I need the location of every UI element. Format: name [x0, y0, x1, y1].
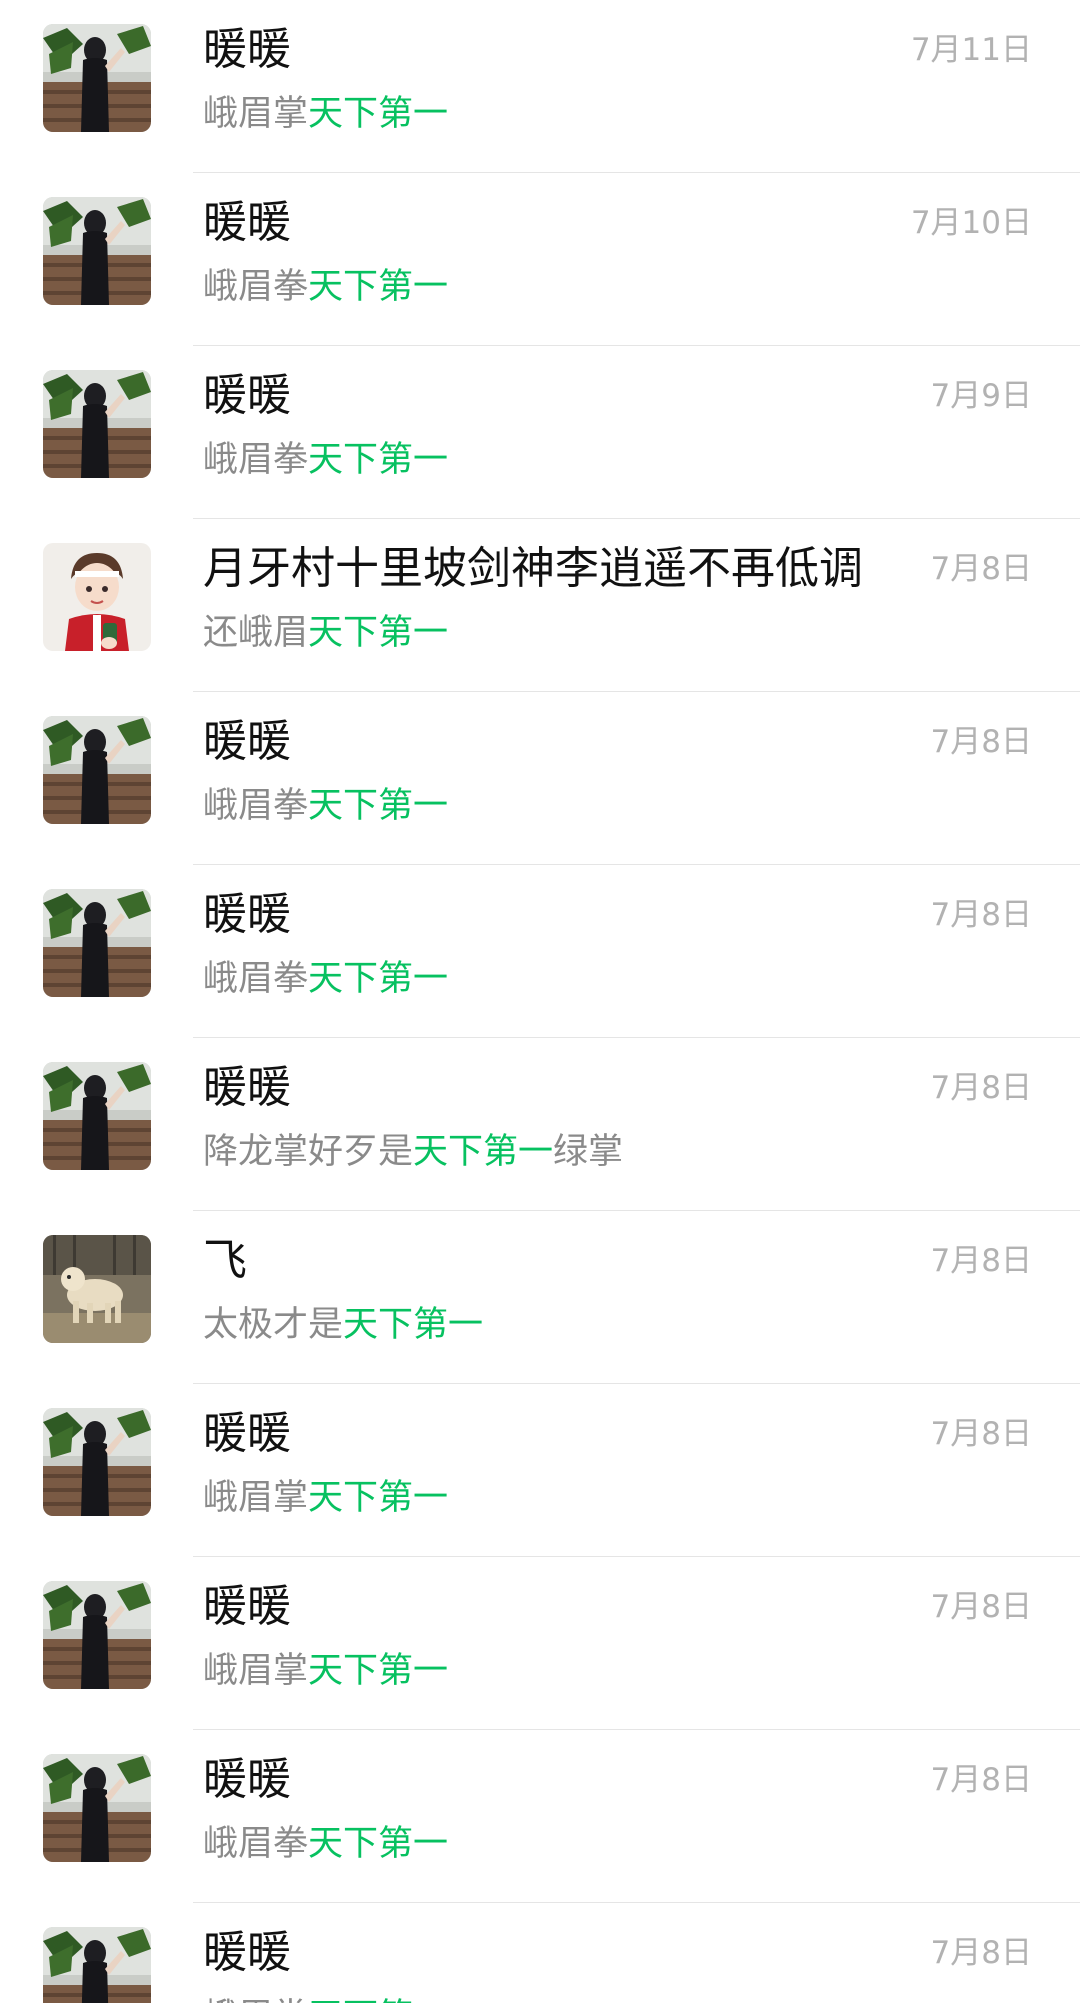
search-keyword-highlight: 天下第一 [308, 613, 449, 653]
chat-row[interactable]: 暖暖 7月8日峨眉拳天下第一 [0, 865, 1080, 1038]
photo-girl-avatar [43, 197, 151, 305]
preview-text-before: 峨眉拳 [203, 786, 309, 826]
chat-row[interactable]: 暖暖 7月10日峨眉拳天下第一 [0, 173, 1080, 346]
chat-date: 7月8日 [930, 1416, 1032, 1452]
chat-row[interactable]: 暖暖 7月8日峨眉掌天下第一 [0, 1557, 1080, 1730]
chat-row[interactable]: 月牙村十里坡剑神李逍遥不再低调 7月8日还峨眉天下第一 [0, 519, 1080, 692]
chat-name: 飞 [203, 1235, 247, 1286]
photo-girl-avatar [43, 1927, 151, 2003]
chat-name: 暖暖 [203, 1754, 291, 1805]
chat-date: 7月8日 [930, 1070, 1032, 1106]
chat-date: 7月8日 [930, 897, 1032, 933]
preview-text-after: 绿掌 [553, 1132, 624, 1172]
message-preview: 降龙掌好歹是天下第一绿掌 [203, 1128, 623, 1176]
chat-name: 暖暖 [203, 1408, 291, 1459]
chat-row[interactable]: 暖暖 7月8日峨眉掌天下第一 [0, 1384, 1080, 1557]
preview-text-before: 降龙掌好歹是 [203, 1132, 414, 1172]
search-keyword-highlight: 天下第一 [308, 1997, 448, 2003]
message-preview: 峨眉拳天下第一 [203, 955, 448, 1003]
chat-date: 7月10日 [910, 205, 1032, 241]
chat-row[interactable]: 暖暖 7月8日峨眉拳天下第一 [0, 692, 1080, 865]
message-preview: 峨眉掌天下第一 [203, 90, 448, 138]
photo-girl-avatar [43, 1754, 151, 1862]
search-keyword-highlight: 天下第一 [308, 1824, 449, 1864]
preview-text-before: 峨眉拳 [203, 1824, 309, 1864]
message-preview: 峨眉拳天下第一 [203, 1820, 448, 1868]
chat-name: 暖暖 [203, 197, 291, 248]
chat-row[interactable]: 飞 7月8日太极才是天下第一 [0, 1211, 1080, 1384]
chat-row[interactable]: 暖暖 7月9日峨眉拳天下第一 [0, 346, 1080, 519]
message-preview: 峨眉掌天下第一 [203, 1647, 448, 1695]
chat-date: 7月8日 [930, 1935, 1032, 1971]
message-preview: 峨眉拳天下第一 [203, 782, 448, 830]
message-preview: 还峨眉天下第一 [203, 609, 448, 657]
chat-name: 暖暖 [203, 716, 291, 767]
chat-name: 月牙村十里坡剑神李逍遥不再低调 [203, 543, 863, 594]
search-keyword-highlight: 天下第一 [308, 786, 449, 826]
chat-date: 7月8日 [930, 1589, 1032, 1625]
photo-girl-avatar [43, 1581, 151, 1689]
message-preview: 峨眉拳天下第一 [203, 263, 448, 311]
search-result-list: 暖暖 7月11日 峨眉掌天下第一 暖暖 7月10日 峨眉拳天下第一 暖暖 7月9日 峨眉拳天… [0, 0, 1080, 2003]
message-preview: 太极才是天下第一 [203, 1301, 483, 1349]
search-keyword-highlight: 天下第一 [308, 94, 449, 134]
chat-date: 7月8日 [930, 1762, 1032, 1798]
chat-date: 7月8日 [930, 724, 1032, 760]
chat-date: 7月11日 [910, 32, 1032, 68]
chat-name: 暖暖 [203, 889, 291, 940]
search-keyword-highlight: 天下第一 [308, 1478, 449, 1518]
preview-text-before: 峨眉掌 [203, 1997, 308, 2003]
search-keyword-highlight: 天下第一 [413, 1132, 554, 1172]
preview-text-before: 峨眉掌 [203, 94, 309, 134]
search-keyword-highlight: 天下第一 [308, 267, 449, 307]
preview-text-before: 太极才是 [203, 1305, 344, 1345]
chat-name: 暖暖 [203, 1927, 291, 1978]
dog-photo-avatar [43, 1235, 151, 1343]
search-keyword-highlight: 天下第一 [308, 1651, 449, 1691]
preview-text-before: 峨眉拳 [203, 267, 309, 307]
preview-text-before: 峨眉掌 [203, 1478, 309, 1518]
chat-date: 7月9日 [930, 378, 1032, 414]
preview-text-before: 峨眉拳 [203, 959, 309, 999]
message-preview: 峨眉掌天下第一 [203, 1474, 448, 1522]
chat-name: 暖暖 [203, 24, 291, 75]
chat-row[interactable]: 暖暖 7月11日峨眉掌天下第一 [0, 0, 1080, 173]
photo-girl-avatar [43, 24, 151, 132]
preview-text-before: 峨眉掌 [203, 1651, 309, 1691]
preview-text-before: 峨眉拳 [203, 440, 309, 480]
photo-girl-avatar [43, 1408, 151, 1516]
chat-date: 7月8日 [930, 1243, 1032, 1279]
message-preview: 峨眉掌天下第一 [203, 1993, 448, 2003]
chat-date: 7月8日 [930, 551, 1032, 587]
photo-girl-avatar [43, 1062, 151, 1170]
photo-girl-avatar [43, 889, 151, 997]
preview-text-before: 还峨眉 [203, 613, 309, 653]
chat-name: 暖暖 [203, 370, 291, 421]
photo-girl-avatar [43, 716, 151, 824]
photo-girl-avatar [43, 370, 151, 478]
search-keyword-highlight: 天下第一 [308, 959, 449, 999]
chat-row[interactable]: 暖暖 7月8日降龙掌好歹是天下第一绿掌 [0, 1038, 1080, 1211]
cartoon-boy-avatar [43, 543, 151, 651]
search-keyword-highlight: 天下第一 [308, 440, 449, 480]
message-preview: 峨眉拳天下第一 [203, 436, 448, 484]
chat-name: 暖暖 [203, 1581, 291, 1632]
chat-row[interactable]: 暖暖 7月8日峨眉掌天下第一 [0, 1903, 1080, 2003]
chat-row[interactable]: 暖暖 7月8日峨眉拳天下第一 [0, 1730, 1080, 1903]
search-keyword-highlight: 天下第一 [343, 1305, 484, 1345]
chat-name: 暖暖 [203, 1062, 291, 1113]
